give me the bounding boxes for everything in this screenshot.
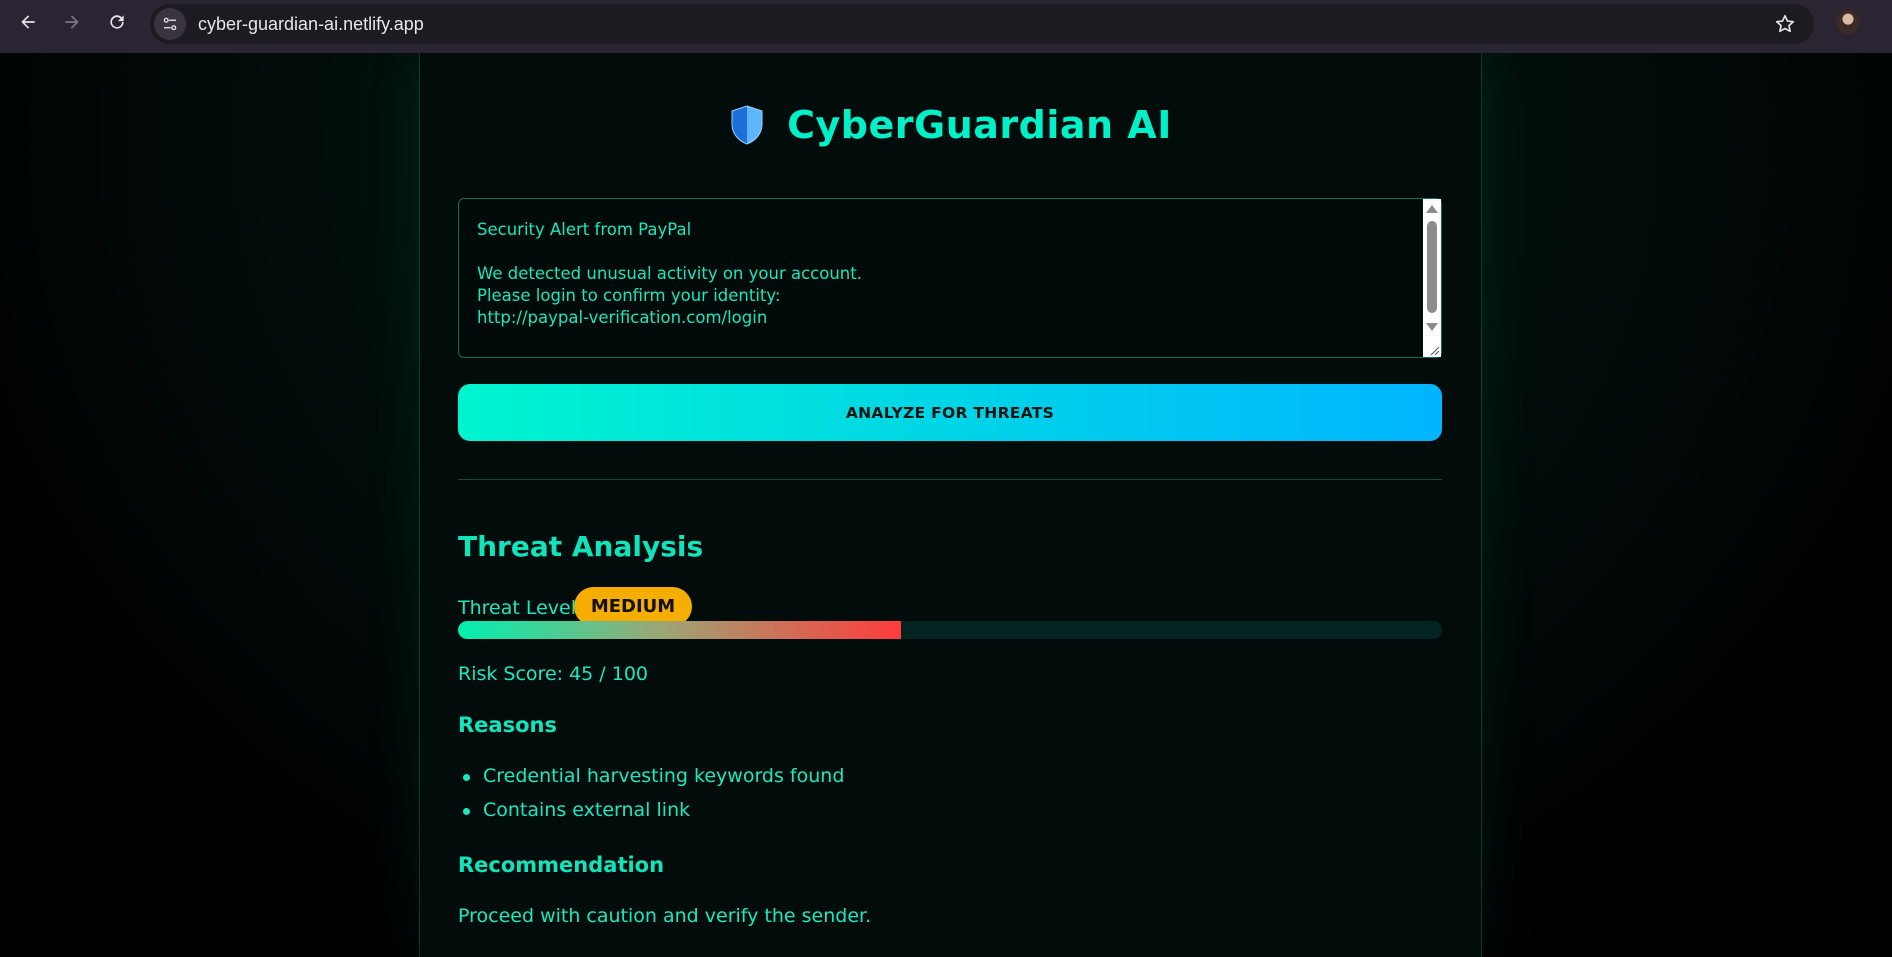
main-panel: CyberGuardian AI Security Alert from Pay… xyxy=(419,53,1482,957)
scroll-thumb[interactable] xyxy=(1427,221,1437,313)
analyze-button[interactable]: ANALYZE FOR THREATS xyxy=(458,384,1442,441)
tune-icon xyxy=(163,17,177,31)
url-text[interactable]: cyber-guardian-ai.netlify.app xyxy=(198,14,424,35)
reload-icon xyxy=(110,15,124,29)
scroll-down-arrow-icon[interactable] xyxy=(1426,323,1438,331)
textarea-scrollbar[interactable] xyxy=(1423,199,1441,357)
toolbar-edge xyxy=(1882,0,1892,53)
arrow-right-icon xyxy=(65,15,79,29)
resize-grip-icon[interactable] xyxy=(1429,345,1439,355)
list-item: Contains external link xyxy=(458,799,844,833)
scroll-up-arrow-icon[interactable] xyxy=(1426,205,1438,213)
address-bar[interactable]: cyber-guardian-ai.netlify.app xyxy=(150,4,1814,44)
reasons-heading: Reasons xyxy=(458,713,557,737)
site-info-button[interactable] xyxy=(154,8,186,40)
shield-icon xyxy=(731,105,763,145)
threat-analysis-heading: Threat Analysis xyxy=(458,530,704,563)
risk-progress-bar xyxy=(458,621,1442,639)
header: CyberGuardian AI xyxy=(420,103,1481,147)
reasons-list: Credential harvesting keywords found Con… xyxy=(458,765,844,833)
threat-level-label: Threat Level: xyxy=(458,597,583,619)
section-divider xyxy=(458,479,1442,480)
message-text[interactable]: Security Alert from PayPal We detected u… xyxy=(477,219,1397,329)
risk-progress-fill xyxy=(458,621,901,639)
arrow-left-icon xyxy=(21,15,35,29)
back-button[interactable] xyxy=(6,0,50,44)
profile-avatar[interactable] xyxy=(1836,10,1860,34)
list-item: Credential harvesting keywords found xyxy=(458,765,844,799)
app-title: CyberGuardian AI xyxy=(787,103,1172,147)
forward-button[interactable] xyxy=(50,0,94,44)
message-input[interactable]: Security Alert from PayPal We detected u… xyxy=(458,198,1442,358)
page-background: CyberGuardian AI Security Alert from Pay… xyxy=(0,53,1892,957)
recommendation-heading: Recommendation xyxy=(458,853,665,877)
star-icon[interactable] xyxy=(1774,13,1796,35)
browser-toolbar: cyber-guardian-ai.netlify.app xyxy=(0,0,1892,53)
risk-score: Risk Score: 45 / 100 xyxy=(458,663,648,685)
recommendation-text: Proceed with caution and verify the send… xyxy=(458,905,872,927)
reload-button[interactable] xyxy=(95,0,139,44)
